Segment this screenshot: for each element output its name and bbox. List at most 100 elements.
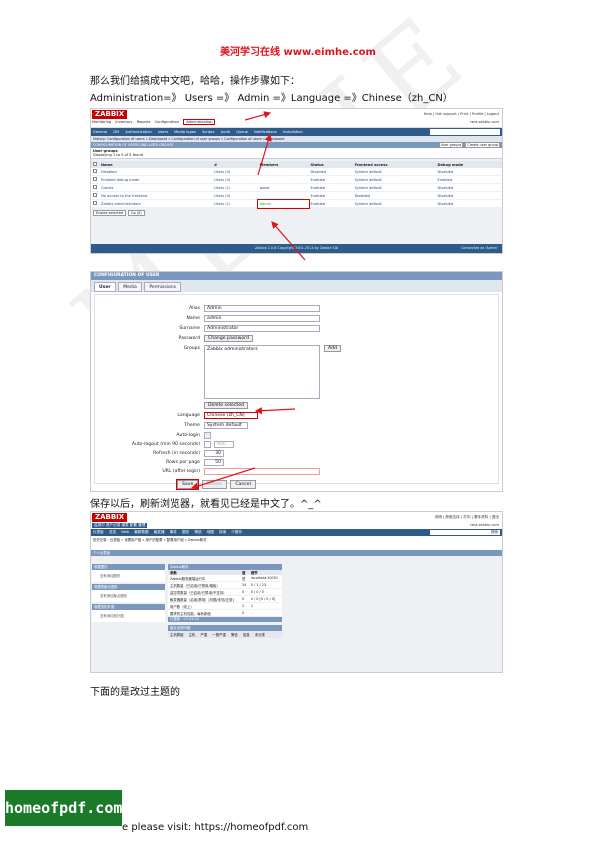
- frontend-cell[interactable]: System default: [352, 199, 436, 208]
- rows-field[interactable]: 50: [204, 459, 224, 466]
- admin-member-link[interactable]: Admin: [256, 198, 310, 209]
- debug-cell[interactable]: Disabled: [435, 183, 502, 192]
- frontend-cell[interactable]: System default: [352, 183, 436, 192]
- submenu-dm[interactable]: DM: [113, 130, 119, 134]
- status-cell[interactable]: Enabled: [308, 183, 353, 192]
- frontend-cell[interactable]: System default: [352, 168, 436, 176]
- submenu-notifications[interactable]: Notifications: [254, 130, 277, 134]
- frontend-cell[interactable]: System default: [352, 175, 436, 184]
- top-links[interactable]: Help | Get support | Print | Profile | L…: [424, 112, 499, 116]
- mass-action-select[interactable]: Enable selected: [93, 210, 126, 216]
- frontend-cell[interactable]: Disabled: [352, 191, 436, 200]
- debug-cell[interactable]: Enabled: [435, 175, 502, 184]
- submenu-item[interactable]: 仪表板: [93, 530, 104, 534]
- surname-field[interactable]: Administrator: [204, 325, 320, 332]
- submenu-queue[interactable]: Queue: [236, 130, 248, 134]
- search-input[interactable]: [430, 129, 500, 135]
- users-count-link[interactable]: Users (1): [212, 199, 258, 208]
- select-all-checkbox[interactable]: [93, 162, 97, 166]
- homeofpdf-banner[interactable]: homeofpdf.com: [5, 790, 122, 826]
- menu-configuration[interactable]: Configuration: [155, 120, 179, 124]
- row-checkbox[interactable]: [93, 177, 97, 181]
- group-name-link[interactable]: Disabled: [99, 168, 213, 176]
- debug-cell[interactable]: Disabled: [435, 191, 502, 200]
- delete-selected-button[interactable]: Delete selected: [204, 402, 248, 409]
- name-field[interactable]: admin: [204, 315, 320, 322]
- submenu-item[interactable]: 触发器: [154, 530, 165, 534]
- submenu-item[interactable]: IT服务: [231, 530, 241, 534]
- go-button[interactable]: Go (0): [128, 210, 145, 216]
- debug-cell[interactable]: Disabled: [435, 199, 502, 208]
- members-cell[interactable]: [257, 175, 309, 184]
- cancel-button[interactable]: Cancel: [230, 480, 256, 489]
- submenu-item[interactable]: 探索: [219, 530, 226, 534]
- col-name[interactable]: Name: [99, 161, 213, 168]
- widget-body: 没有添加图形: [92, 570, 165, 582]
- users-count-link[interactable]: Users (1): [212, 183, 258, 192]
- delete-button[interactable]: Delete: [201, 480, 227, 489]
- group-select[interactable]: User groups: [438, 142, 464, 148]
- theme-select[interactable]: System default: [204, 422, 248, 429]
- menu-inventory[interactable]: Inventory: [115, 120, 132, 124]
- menu-administration[interactable]: Administration: [183, 119, 216, 125]
- alias-field[interactable]: Admin: [204, 305, 320, 312]
- status-cell[interactable]: Enabled: [308, 175, 353, 184]
- group-name-link[interactable]: No access to the frontend: [99, 191, 213, 200]
- autologout-checkbox[interactable]: [204, 441, 211, 448]
- language-select[interactable]: Chinese (zh_CN): [204, 412, 258, 419]
- row-checkbox[interactable]: [93, 201, 97, 205]
- group-name-link[interactable]: Enabled debug mode: [99, 175, 213, 184]
- url-field[interactable]: [204, 468, 320, 475]
- refresh-field[interactable]: 30: [204, 450, 224, 457]
- change-password-button[interactable]: Change password: [204, 335, 253, 342]
- group-name-link[interactable]: Zabbix administrators: [99, 199, 213, 208]
- row-checkbox[interactable]: [93, 185, 97, 189]
- users-count-link[interactable]: Users (0): [212, 191, 258, 200]
- row-checkbox[interactable]: [93, 193, 97, 197]
- submenu-item[interactable]: 筛选: [194, 530, 201, 534]
- main-menu-cn[interactable]: 监测中 资产记录 报表 配置 管理: [92, 523, 148, 528]
- autologin-checkbox[interactable]: [204, 432, 211, 439]
- stat-param: 用户数（线上）: [168, 602, 240, 610]
- submenu-authentication[interactable]: Authentication: [125, 130, 151, 134]
- submenu-item[interactable]: 图形: [182, 530, 189, 534]
- save-button[interactable]: Save: [175, 479, 200, 490]
- issues-col: 警告: [231, 633, 238, 637]
- status-cell[interactable]: Enabled: [308, 199, 353, 208]
- submenu-installation[interactable]: Installation: [283, 130, 303, 134]
- submenu-item[interactable]: 总览: [109, 530, 116, 534]
- status-cell[interactable]: Enabled: [308, 191, 353, 200]
- group-name-link[interactable]: Guests: [99, 183, 213, 192]
- table-row: 要求的主机性能，每秒新值 0-: [168, 609, 282, 617]
- top-links-cn[interactable]: 说明 | 获取支持 | 打印 | 基本资料 | 退出: [435, 515, 499, 520]
- create-user-group-button[interactable]: Create user group: [465, 142, 500, 148]
- menu-reports[interactable]: Reports: [137, 120, 151, 124]
- user-tabs: User Media Permissions: [91, 280, 502, 292]
- members-cell[interactable]: [257, 191, 309, 200]
- submenu-item[interactable]: 地图: [207, 530, 214, 534]
- submenu-scripts[interactable]: Scripts: [202, 130, 214, 134]
- search-input[interactable]: 搜索: [430, 530, 500, 535]
- users-count-link[interactable]: Users (0): [212, 168, 258, 176]
- submenu-media-types[interactable]: Media types: [174, 130, 196, 134]
- submenu-audit[interactable]: Audit: [221, 130, 230, 134]
- users-count-link[interactable]: Users (0): [212, 175, 258, 184]
- debug-cell[interactable]: Disabled: [435, 168, 502, 176]
- submenu-item[interactable]: 最新数据: [134, 530, 148, 534]
- row-checkbox[interactable]: [93, 169, 97, 173]
- groups-list[interactable]: Zabbix administrators: [204, 345, 320, 399]
- submenu-item[interactable]: Web: [121, 530, 129, 534]
- status-cell[interactable]: Disabled: [308, 168, 353, 176]
- menu-monitoring[interactable]: Monitoring: [92, 120, 111, 124]
- members-cell[interactable]: guest: [257, 183, 309, 192]
- autologout-field[interactable]: 900: [214, 441, 234, 448]
- submenu-item[interactable]: 事件: [170, 530, 177, 534]
- add-group-button[interactable]: Add: [324, 345, 341, 352]
- tab-permissions[interactable]: Permissions: [144, 282, 181, 292]
- submenu-users[interactable]: Users: [158, 130, 168, 134]
- tab-media[interactable]: Media: [118, 282, 142, 292]
- members-cell[interactable]: [257, 168, 309, 176]
- footer-visit-text[interactable]: e please visit: https://homeofpdf.com: [122, 822, 308, 833]
- submenu-general[interactable]: General: [93, 130, 107, 134]
- tab-user[interactable]: User: [94, 282, 116, 292]
